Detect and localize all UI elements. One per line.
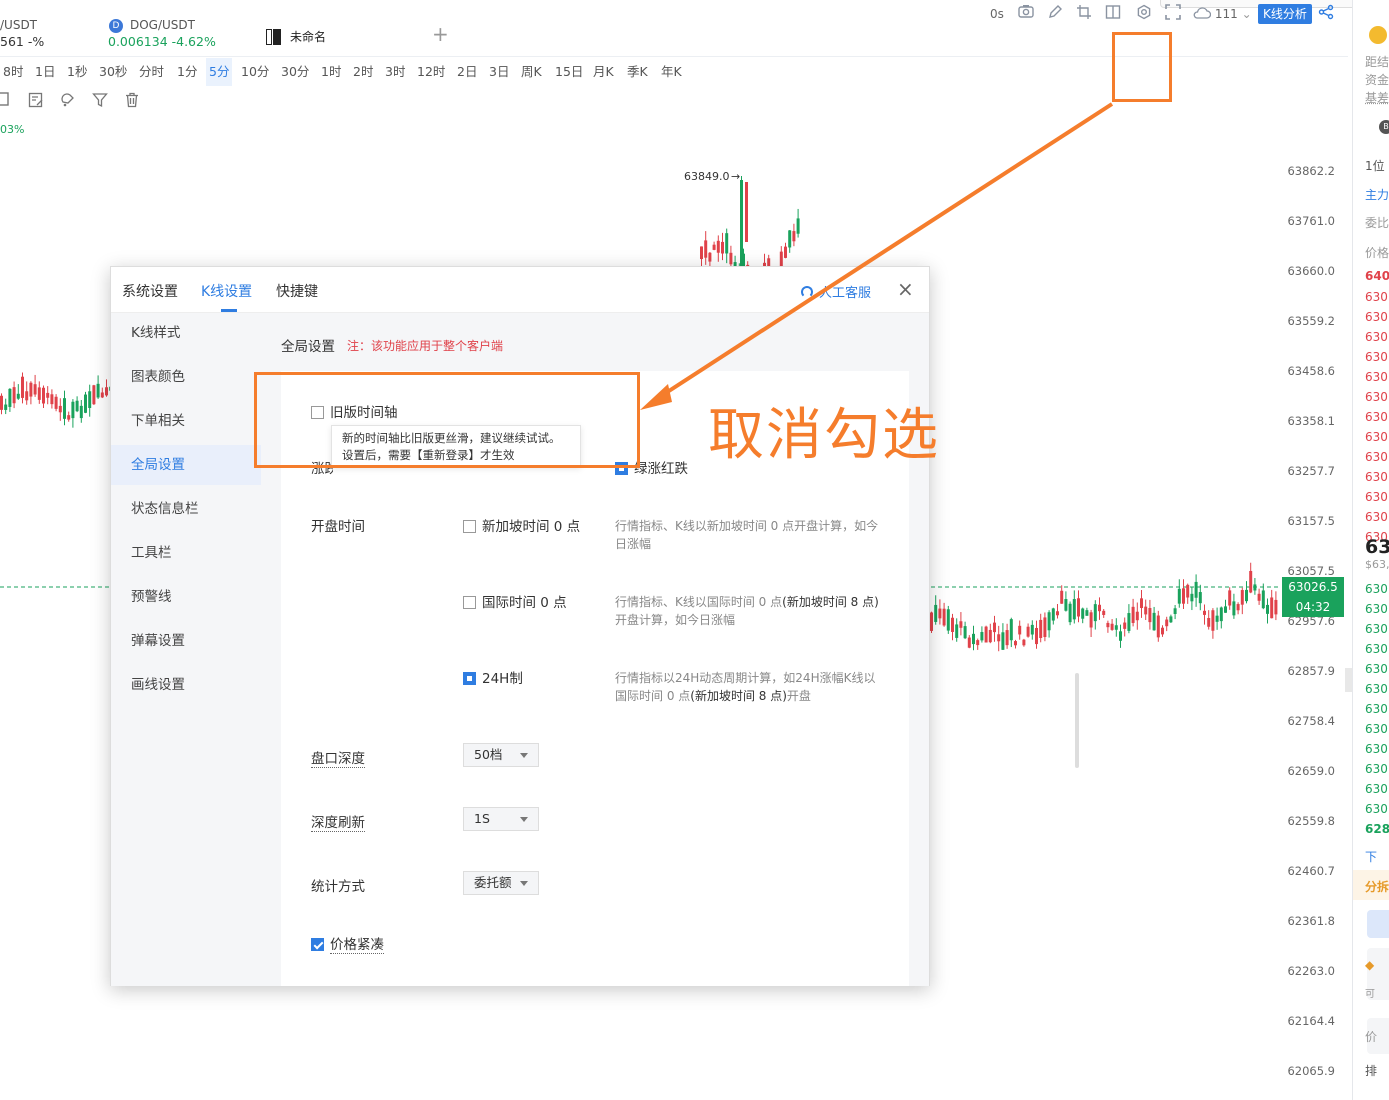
annotation-text: 取消勾选 [708, 403, 940, 468]
annotation-arrow [640, 102, 1114, 410]
